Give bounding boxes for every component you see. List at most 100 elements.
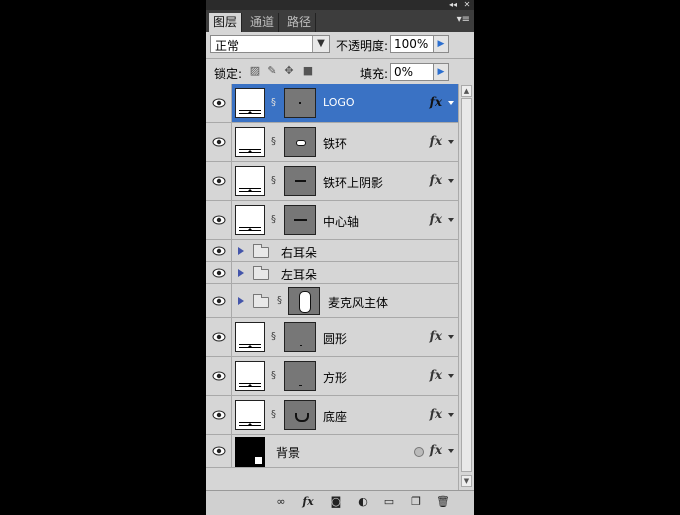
eye-icon[interactable]	[206, 284, 232, 317]
chevron-down-icon[interactable]	[448, 449, 454, 453]
tab-layers[interactable]: 图层	[209, 13, 243, 32]
vector-mask-thumbnail[interactable]	[284, 166, 316, 196]
layer-thumbnail[interactable]	[235, 166, 265, 196]
eye-icon[interactable]	[206, 435, 232, 467]
chevron-down-icon[interactable]	[448, 140, 454, 144]
link-icon[interactable]: §	[271, 214, 277, 226]
expand-arrow-icon[interactable]	[238, 247, 244, 255]
lock-image-pixels-icon[interactable]: ✎	[265, 64, 279, 78]
link-icon[interactable]: §	[271, 409, 277, 421]
chevron-down-icon[interactable]	[448, 413, 454, 417]
vector-mask-thumbnail[interactable]	[284, 322, 316, 352]
layer-effects-icon[interactable]: fx	[430, 95, 442, 109]
collapse-icon[interactable]: ◂◂	[448, 0, 458, 10]
chevron-down-icon[interactable]	[448, 335, 454, 339]
layer-thumbnail[interactable]	[235, 205, 265, 235]
eye-icon[interactable]	[206, 357, 232, 395]
delete-layer-icon[interactable]: 🗑	[435, 495, 451, 509]
background-thumbnail[interactable]	[235, 437, 265, 467]
layer-row[interactable]: § 铁环上阴影 fx	[206, 162, 458, 201]
layer-name[interactable]: 铁环上阴影	[323, 174, 383, 191]
layer-effects-icon[interactable]: fx	[430, 134, 442, 148]
eye-icon[interactable]	[206, 318, 232, 356]
vector-mask-thumbnail[interactable]	[284, 361, 316, 391]
adjustment-layer-icon[interactable]: ◐	[355, 495, 371, 509]
new-layer-icon[interactable]: ❐	[408, 495, 424, 509]
tab-paths[interactable]: 路径	[283, 13, 317, 32]
group-row[interactable]: § 麦克风主体	[206, 284, 458, 318]
layer-row[interactable]: § 铁环 fx	[206, 123, 458, 162]
layer-effects-icon[interactable]: fx	[430, 443, 442, 457]
tab-channels[interactable]: 通道	[246, 13, 280, 32]
eye-icon[interactable]	[206, 123, 232, 161]
link-icon[interactable]: §	[271, 136, 277, 148]
scroll-down-icon[interactable]: ▼	[461, 475, 472, 487]
layer-thumbnail[interactable]	[235, 127, 265, 157]
layer-row[interactable]: § 底座 fx	[206, 396, 458, 435]
layer-thumbnail[interactable]	[235, 400, 265, 430]
opacity-slider-button[interactable]: ▶	[433, 35, 449, 53]
link-layers-icon[interactable]: ∞	[273, 495, 289, 509]
expand-arrow-icon[interactable]	[238, 269, 244, 277]
layer-effects-icon[interactable]: fx	[430, 407, 442, 421]
chevron-down-icon[interactable]	[448, 374, 454, 378]
layer-thumbnail[interactable]	[235, 88, 265, 118]
layer-thumbnail[interactable]	[235, 322, 265, 352]
lock-transparent-pixels-icon[interactable]: ▨	[248, 64, 262, 78]
add-mask-icon[interactable]: ◙	[328, 495, 344, 509]
eye-icon[interactable]	[206, 262, 232, 283]
layer-effects-icon[interactable]: fx	[430, 329, 442, 343]
link-icon[interactable]: §	[277, 295, 283, 307]
layer-row[interactable]: § 中心轴 fx	[206, 201, 458, 240]
link-icon[interactable]: §	[271, 331, 277, 343]
layer-name[interactable]: 中心轴	[323, 213, 359, 230]
chevron-down-icon[interactable]	[448, 218, 454, 222]
layer-name[interactable]: 方形	[323, 369, 347, 386]
layer-name[interactable]: 底座	[323, 408, 347, 425]
layer-effects-icon[interactable]: fx	[430, 212, 442, 226]
link-icon[interactable]: §	[271, 175, 277, 187]
vector-mask-thumbnail[interactable]	[288, 287, 320, 315]
vector-mask-thumbnail[interactable]	[284, 88, 316, 118]
fill-input[interactable]: 0%	[390, 63, 434, 81]
chevron-down-icon[interactable]: ▼	[312, 36, 329, 52]
group-name[interactable]: 麦克风主体	[328, 294, 388, 311]
layer-effects-icon[interactable]: fx	[430, 368, 442, 382]
layer-row[interactable]: § LOGO fx	[206, 84, 458, 123]
blend-mode-select[interactable]: 正常 ▼	[210, 35, 330, 53]
fill-slider-button[interactable]: ▶	[433, 63, 449, 81]
layer-effects-icon[interactable]: fx	[430, 173, 442, 187]
vector-mask-thumbnail[interactable]	[284, 205, 316, 235]
chevron-down-icon[interactable]	[448, 179, 454, 183]
expand-arrow-icon[interactable]	[238, 297, 244, 305]
panel-menu-icon[interactable]: ▾≡	[457, 14, 470, 25]
scroll-thumb[interactable]	[461, 98, 472, 472]
group-row[interactable]: 右耳朵	[206, 240, 458, 262]
add-layer-style-icon[interactable]: fx	[300, 495, 316, 509]
layer-thumbnail[interactable]	[235, 361, 265, 391]
eye-icon[interactable]	[206, 201, 232, 239]
layer-row[interactable]: § 方形 fx	[206, 357, 458, 396]
eye-icon[interactable]	[206, 162, 232, 200]
eye-icon[interactable]	[206, 240, 232, 261]
layer-name[interactable]: 圆形	[323, 330, 347, 347]
scroll-up-icon[interactable]: ▲	[461, 85, 472, 97]
lock-position-icon[interactable]: ✥	[282, 64, 296, 78]
opacity-input[interactable]: 100%	[390, 35, 434, 53]
new-group-icon[interactable]: ▭	[381, 495, 397, 509]
eye-icon[interactable]	[206, 396, 232, 434]
group-name[interactable]: 右耳朵	[281, 244, 317, 261]
link-icon[interactable]: §	[271, 97, 277, 109]
layer-row[interactable]: 背景 fx	[206, 435, 458, 468]
vector-mask-thumbnail[interactable]	[284, 127, 316, 157]
link-icon[interactable]: §	[271, 370, 277, 382]
lock-all-icon[interactable]: ■	[301, 64, 315, 78]
layer-name[interactable]: 铁环	[323, 135, 347, 152]
chevron-down-icon[interactable]	[448, 101, 454, 105]
layer-name[interactable]: LOGO	[323, 96, 355, 109]
layer-row[interactable]: § 圆形 fx	[206, 318, 458, 357]
layer-name[interactable]: 背景	[276, 444, 300, 461]
group-name[interactable]: 左耳朵	[281, 266, 317, 283]
vector-mask-thumbnail[interactable]	[284, 400, 316, 430]
close-icon[interactable]: ✕	[462, 0, 472, 10]
